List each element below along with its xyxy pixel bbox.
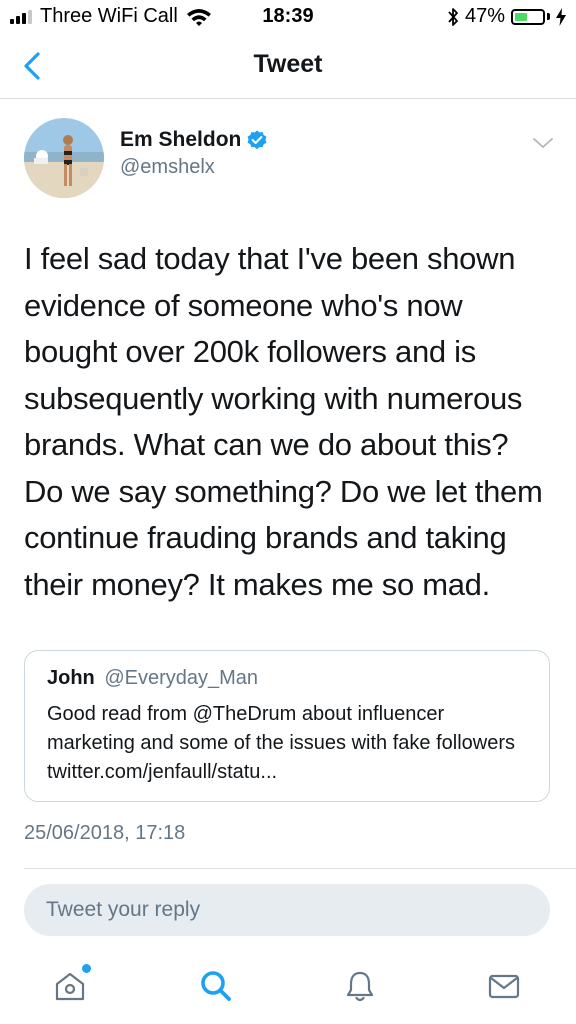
- tab-bar: [0, 950, 576, 1024]
- author-handle: @emshelx: [120, 156, 215, 178]
- tab-search[interactable]: [198, 968, 234, 1004]
- chevron-down-icon: [533, 138, 553, 148]
- quoted-tweet-header: John @Everyday_Man: [47, 667, 527, 690]
- quoted-tweet-text: Good read from @TheDrum about influencer…: [47, 703, 515, 783]
- navigation-bar: Tweet: [0, 36, 576, 99]
- divider: [24, 868, 576, 869]
- home-icon: [55, 972, 85, 1001]
- quoted-author-name: John: [47, 667, 95, 689]
- battery-tip: [547, 13, 550, 20]
- profile-photo: [24, 118, 104, 198]
- bluetooth-icon: [448, 7, 458, 26]
- more-options-button[interactable]: [532, 136, 554, 150]
- status-right: 47%: [447, 5, 566, 28]
- tweet-text: I feel sad today that I've been shown ev…: [24, 241, 543, 602]
- quoted-tweet-card[interactable]: John @Everyday_Man Good read from @TheDr…: [24, 650, 550, 802]
- reply-placeholder: Tweet your reply: [46, 898, 201, 921]
- battery-icon: [511, 8, 545, 25]
- tweet-timestamp: 25/06/2018, 17:18: [24, 822, 186, 844]
- status-bar: Three WiFi Call 18:39 47%: [0, 0, 576, 36]
- search-icon: [201, 971, 231, 1001]
- avatar[interactable]: [24, 118, 104, 198]
- home-notification-dot: [82, 964, 91, 973]
- author-name: Em Sheldon: [120, 128, 242, 151]
- charging-icon: [556, 7, 566, 26]
- reply-input[interactable]: Tweet your reply: [24, 884, 550, 936]
- tab-messages[interactable]: [486, 968, 522, 1004]
- battery-percent: 47%: [464, 5, 505, 27]
- tweet-author[interactable]: Em Sheldon @emshelx: [120, 128, 267, 179]
- notifications-icon: [346, 971, 374, 1002]
- messages-icon: [488, 974, 520, 999]
- verified-badge-icon: [247, 130, 267, 150]
- tab-notifications[interactable]: [342, 968, 378, 1004]
- author-name-row: Em Sheldon: [120, 128, 267, 152]
- quoted-author-handle: @Everyday_Man: [104, 667, 259, 689]
- page-title: Tweet: [253, 50, 323, 78]
- tab-home[interactable]: [52, 964, 91, 1004]
